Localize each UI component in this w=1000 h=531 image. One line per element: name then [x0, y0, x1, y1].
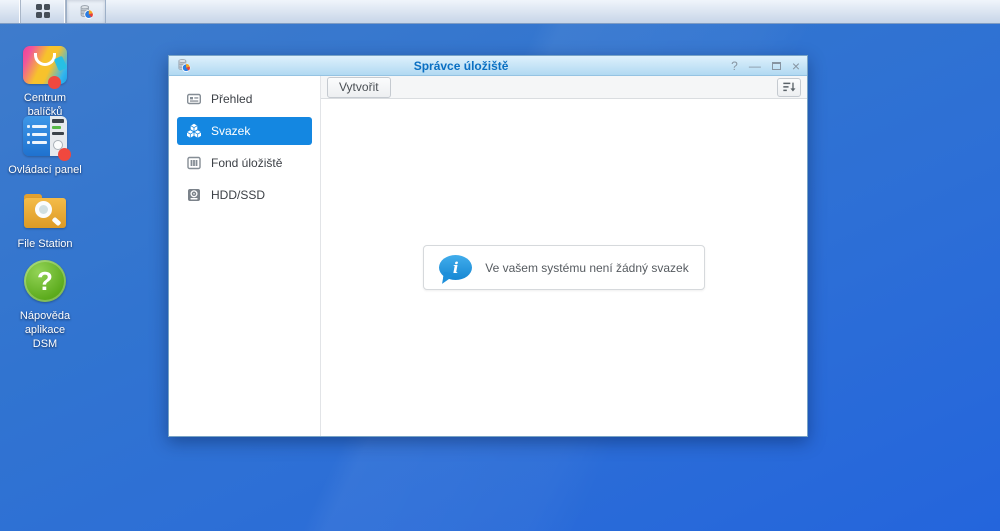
overview-icon [186, 91, 202, 107]
sidebar-item-label: HDD/SSD [211, 188, 265, 202]
desktop-icon-package-center[interactable]: Centrum balíčků [0, 40, 90, 120]
sidebar-item-label: Fond úložiště [211, 156, 282, 170]
desktop-icon-label: Ovládací panel [0, 164, 90, 178]
taskbar [0, 0, 1000, 24]
window-controls: ? — × [731, 59, 800, 73]
sidebar: Přehled Svazek [169, 76, 321, 436]
storage-pool-icon [186, 155, 202, 171]
window-titlebar[interactable]: Správce úložiště ? — × [169, 56, 807, 76]
file-station-icon [21, 186, 69, 234]
maximize-button[interactable] [772, 62, 781, 70]
storage-manager-window: Správce úložiště ? — × Přehled [168, 55, 808, 437]
taskbar-left-segment [0, 0, 21, 23]
storage-manager-icon [176, 58, 191, 73]
create-button[interactable]: Vytvořit [327, 77, 391, 98]
sidebar-item-svazek[interactable]: Svazek [177, 117, 312, 145]
sidebar-item-prehled[interactable]: Přehled [177, 85, 312, 113]
desktop-icon-file-station[interactable]: File Station [0, 186, 90, 252]
window-title: Správce úložiště [191, 59, 731, 73]
desktop-icon-label: Nápověda aplikace DSM [0, 310, 90, 351]
desktop-icon-control-panel[interactable]: Ovládací panel [0, 112, 90, 178]
help-button[interactable]: ? [731, 60, 738, 72]
package-center-icon [21, 40, 69, 88]
desktop-icon-dsm-help[interactable]: ? Nápověda aplikace DSM [0, 258, 90, 351]
desktop-icon-label: File Station [0, 238, 90, 252]
main-menu-icon [36, 4, 51, 19]
minimize-button[interactable]: — [749, 60, 761, 72]
taskbar-app-storage-manager[interactable] [66, 0, 106, 23]
control-panel-icon [21, 112, 69, 160]
notification-badge [48, 76, 61, 89]
collapse-sort-button[interactable] [777, 78, 801, 97]
hdd-icon [186, 187, 202, 203]
toolbar: Vytvořit [321, 76, 807, 99]
sidebar-item-hdd-ssd[interactable]: HDD/SSD [177, 181, 312, 209]
main-menu-button[interactable] [21, 0, 66, 23]
sidebar-item-fond-uloziste[interactable]: Fond úložiště [177, 149, 312, 177]
sidebar-item-label: Svazek [211, 124, 250, 138]
empty-volume-info-box: i Ve vašem systému není žádný svazek [423, 245, 704, 290]
info-bubble-icon: i [439, 255, 472, 280]
notification-badge [58, 148, 71, 161]
sidebar-item-label: Přehled [211, 92, 252, 106]
close-button[interactable]: × [792, 59, 800, 73]
empty-volume-message: Ve vašem systému není žádný svazek [485, 261, 688, 275]
volume-cubes-icon [186, 123, 202, 139]
list-sort-icon [782, 80, 796, 94]
dsm-help-icon: ? [21, 258, 69, 306]
storage-manager-icon [78, 4, 94, 20]
content-area: i Ve vašem systému není žádný svazek [321, 99, 807, 436]
